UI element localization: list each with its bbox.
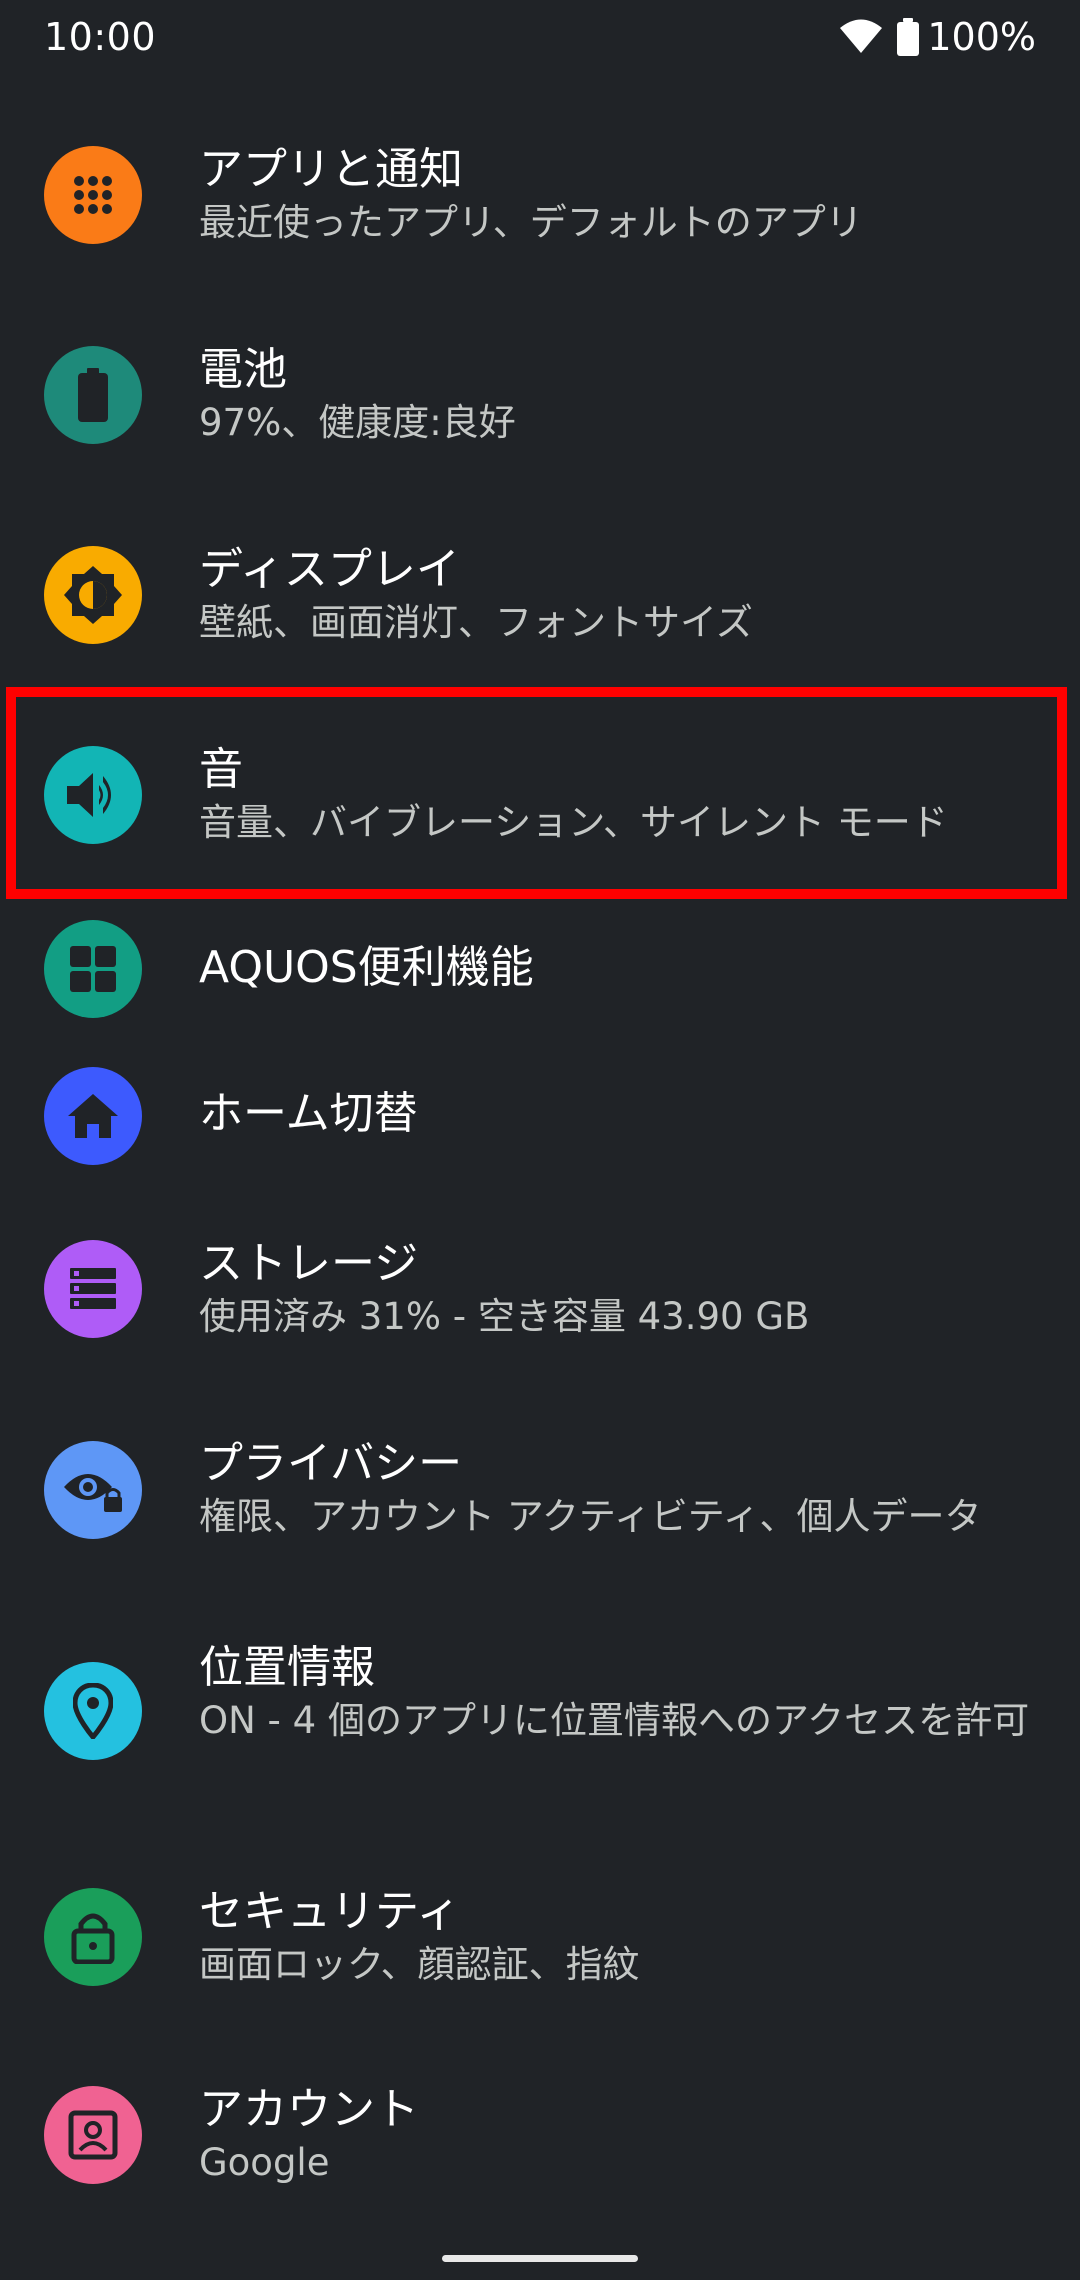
settings-item-storage[interactable]: ストレージ 使用済み 31% - 空き容量 43.90 GB xyxy=(0,1190,1080,1380)
settings-item-subtitle: 97%、健康度:良好 xyxy=(199,401,516,444)
settings-item-title: 電池 xyxy=(199,344,287,395)
privacy-eye-icon xyxy=(44,1441,142,1539)
aquos-grid-icon xyxy=(44,920,142,1018)
settings-item-title: プライバシー xyxy=(199,1438,463,1489)
settings-item-title: ホーム切替 xyxy=(199,1088,418,1139)
settings-item-home[interactable]: ホーム切替 xyxy=(0,1050,1080,1180)
settings-item-account[interactable]: アカウント Google xyxy=(0,2040,1080,2240)
settings-item-subtitle: Google xyxy=(199,2141,330,2184)
settings-item-aquos[interactable]: AQUOS便利機能 xyxy=(0,900,1080,1040)
settings-item-title: セキュリティ xyxy=(199,1886,461,1937)
storage-icon xyxy=(44,1240,142,1338)
account-box-icon xyxy=(44,2086,142,2184)
location-pin-icon xyxy=(44,1662,142,1760)
settings-item-subtitle: 使用済み 31% - 空き容量 43.90 GB xyxy=(199,1295,810,1338)
battery-status-icon xyxy=(897,18,920,56)
settings-item-battery[interactable]: 電池 97%、健康度:良好 xyxy=(0,300,1080,490)
settings-item-title: アカウント xyxy=(199,2084,419,2135)
settings-item-subtitle: ON - 4 個のアプリに位置情報へのアクセスを許可 xyxy=(199,1699,1030,1742)
settings-item-subtitle: 音量、バイブレーション、サイレント モード xyxy=(199,801,948,844)
wifi-icon xyxy=(839,19,883,55)
settings-item-apps[interactable]: アプリと通知 最近使ったアプリ、デフォルトのアプリ xyxy=(0,100,1080,290)
settings-item-security[interactable]: セキュリティ 画面ロック、顔認証、指紋 xyxy=(0,1840,1080,2050)
apps-grid-icon xyxy=(44,146,142,244)
settings-item-title: ディスプレイ xyxy=(199,544,460,595)
brightness-icon xyxy=(44,546,142,644)
settings-item-title: AQUOS便利機能 xyxy=(199,942,534,993)
lock-icon xyxy=(44,1888,142,1986)
settings-item-subtitle: 画面ロック、顔認証、指紋 xyxy=(199,1943,640,1986)
settings-item-sound[interactable]: 音 音量、バイブレーション、サイレント モード xyxy=(0,700,1080,890)
status-time: 10:00 xyxy=(44,15,157,59)
home-icon xyxy=(44,1067,142,1165)
status-bar: 10:00 100% xyxy=(0,0,1080,76)
settings-item-subtitle: 権限、アカウント アクティビティ、個人データ xyxy=(199,1495,982,1538)
status-icons: 100% xyxy=(839,12,1036,62)
settings-item-title: 音 xyxy=(199,744,243,795)
battery-icon xyxy=(44,346,142,444)
battery-percent: 100% xyxy=(927,15,1036,59)
settings-item-subtitle: 最近使ったアプリ、デフォルトのアプリ xyxy=(199,201,863,244)
settings-item-subtitle: 壁紙、画面消灯、フォントサイズ xyxy=(199,601,753,644)
settings-item-title: アプリと通知 xyxy=(199,144,463,195)
volume-icon xyxy=(44,746,142,844)
settings-item-title: 位置情報 xyxy=(199,1642,375,1693)
gesture-nav-handle[interactable] xyxy=(442,2255,638,2262)
settings-item-title: ストレージ xyxy=(199,1238,419,1289)
settings-item-display[interactable]: ディスプレイ 壁紙、画面消灯、フォントサイズ xyxy=(0,500,1080,690)
settings-item-privacy[interactable]: プライバシー 権限、アカウント アクティビティ、個人データ xyxy=(0,1390,1080,1590)
settings-item-location[interactable]: 位置情報 ON - 4 個のアプリに位置情報へのアクセスを許可 xyxy=(0,1600,1080,1840)
